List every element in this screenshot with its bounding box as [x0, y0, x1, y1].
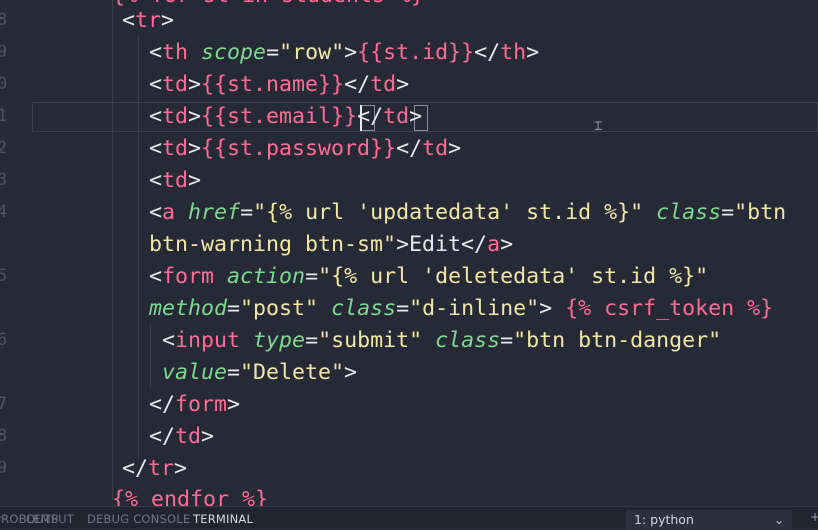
code-line: <td>{{st.email}}</td>: [149, 104, 423, 129]
code-line: </form>: [149, 392, 241, 417]
code-line: </td>: [149, 424, 215, 449]
line-number: 7: [0, 394, 7, 414]
code-line: <input type="submit" class="btn btn-dang…: [162, 328, 722, 353]
terminal-select-value: 1: python: [634, 512, 694, 527]
mouse-ibeam-icon: ⌶: [594, 118, 603, 134]
line-number: 3: [0, 170, 7, 190]
new-terminal-icon[interactable]: +: [810, 510, 818, 524]
line-number: 1: [0, 106, 7, 126]
line-number: 5: [0, 266, 7, 286]
code-line: <form action="{% url 'deletedata' st.id …: [149, 264, 709, 289]
line-number: 8: [0, 10, 7, 30]
line-number: 2: [0, 138, 7, 158]
indent-guide: [112, 0, 113, 500]
line-number: 4: [0, 202, 7, 222]
indent-guide: [138, 36, 139, 458]
line-number: 0: [0, 74, 7, 94]
code-line: <th scope="row">{{st.id}}</th>: [149, 40, 540, 65]
code-line: <a href="{% url 'updatedata' st.id %}" c…: [149, 200, 787, 225]
code-line: method="post" class="d-inline"> {% csrf_…: [149, 296, 774, 321]
code-line: <td>{{st.password}}</td>: [149, 136, 462, 161]
code-line: <tr>: [122, 8, 175, 33]
terminal-select[interactable]: 1: python ⌄: [626, 510, 792, 530]
code-line: btn-warning btn-sm">Edit</a>: [149, 232, 514, 257]
text-cursor: [360, 105, 362, 131]
chevron-down-icon: ⌄: [773, 513, 784, 527]
line-number: 9: [0, 458, 7, 478]
code-line: value="Delete">: [162, 360, 358, 385]
code-line: {% endfor %}: [112, 487, 269, 506]
tab-terminal[interactable]: TERMINAL: [193, 512, 253, 526]
code-line: </tr>: [122, 456, 188, 481]
code-line: <td>: [149, 168, 202, 193]
tab-debug-console[interactable]: DEBUG CONSOLE: [87, 512, 190, 526]
bottom-panel: PROBLEMS OUTPUT DEBUG CONSOLE TERMINAL 1…: [0, 506, 818, 530]
line-number-gutter: 8 9 0 1 2 3 4 5 6 7 8 9: [0, 0, 7, 506]
code-editor[interactable]: 8 9 0 1 2 3 4 5 6 7 8 9 {% for st in stu…: [0, 0, 818, 506]
line-number: 8: [0, 426, 7, 446]
line-number: 6: [0, 330, 7, 350]
indent-guide: [150, 324, 151, 388]
line-number: 9: [0, 42, 7, 62]
tab-output[interactable]: OUTPUT: [26, 512, 74, 526]
code-line: <td>{{st.name}}</td>: [149, 72, 410, 97]
